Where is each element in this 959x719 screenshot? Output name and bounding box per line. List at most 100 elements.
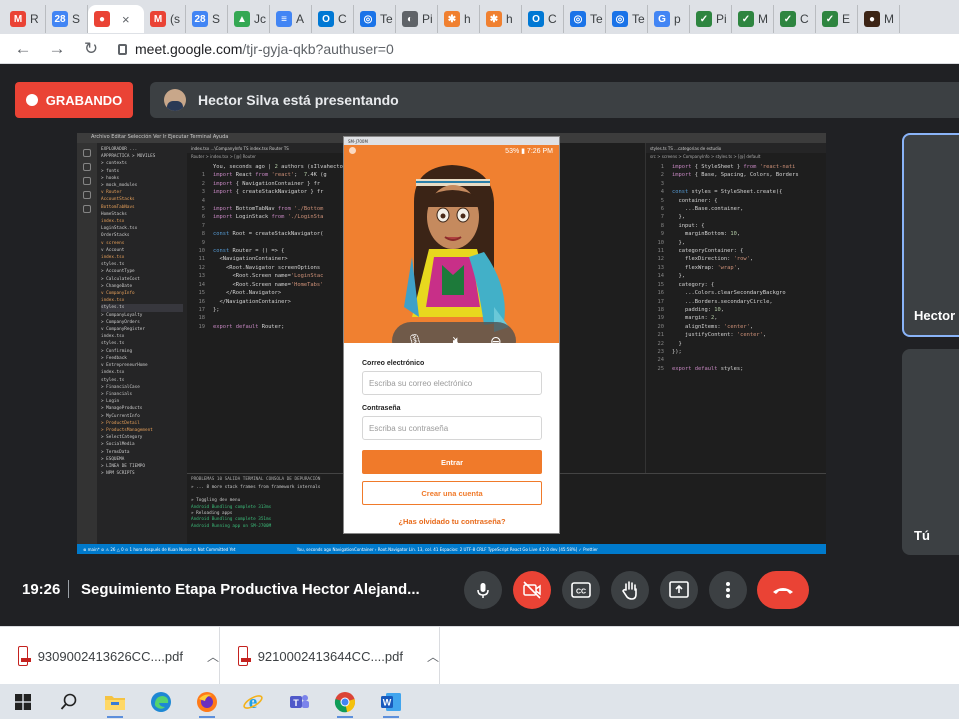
- explorer-item[interactable]: > ProductsManagement: [101, 427, 183, 434]
- explorer-item[interactable]: APPPRACTICA > MOVILES: [101, 153, 183, 160]
- browser-tab[interactable]: ◎ Te: [606, 5, 648, 33]
- browser-tab[interactable]: ✱ h: [438, 5, 480, 33]
- explorer-item[interactable]: styles.ts: [101, 304, 183, 312]
- browser-tab[interactable]: ◐ Pi: [396, 5, 438, 33]
- explorer-item[interactable]: > Login: [101, 398, 183, 405]
- browser-tab[interactable]: MR: [4, 5, 46, 33]
- email-field[interactable]: Escriba su correo electrónico: [362, 371, 542, 395]
- download-item[interactable]: 9309002413626CC....pdf ︿: [0, 627, 220, 685]
- explorer-item[interactable]: v Router: [101, 189, 183, 196]
- explorer-item[interactable]: AccountStacks: [101, 196, 183, 203]
- back-button[interactable]: ←: [12, 38, 34, 60]
- browser-tab[interactable]: OC: [312, 5, 354, 33]
- firefox-taskbar-button[interactable]: [184, 684, 230, 719]
- browser-tab[interactable]: 28 S: [46, 5, 88, 33]
- browser-tab[interactable]: ▲ Jc: [228, 5, 270, 33]
- explorer-item[interactable]: LoginStack.tsx: [101, 225, 183, 232]
- download-item[interactable]: 9210002413644CC....pdf ︿: [220, 627, 440, 685]
- browser-tab[interactable]: ● M: [858, 5, 900, 33]
- close-icon[interactable]: ×: [122, 12, 130, 27]
- explorer-item[interactable]: v CompanyInfo: [101, 290, 183, 297]
- explorer-item[interactable]: styles.ts: [101, 377, 183, 384]
- explorer-item[interactable]: > CalculateCost: [101, 276, 183, 283]
- browser-tab[interactable]: ◎ Te: [354, 5, 396, 33]
- login-button[interactable]: Entrar: [362, 450, 542, 474]
- browser-tab[interactable]: ✱ h: [480, 5, 522, 33]
- browser-tab[interactable]: 28 S: [186, 5, 228, 33]
- chrome-taskbar-button[interactable]: [322, 684, 368, 719]
- explorer-item[interactable]: > NPM SCRIPTS: [101, 470, 183, 477]
- browser-tab[interactable]: ◎ Te: [564, 5, 606, 33]
- explorer-item[interactable]: > CompanyOrders: [101, 319, 183, 326]
- explorer-item[interactable]: styles.ts: [101, 261, 183, 268]
- chevron-up-icon[interactable]: ︿: [207, 648, 219, 665]
- explorer-item[interactable]: > SelectCategory: [101, 434, 183, 441]
- internet-explorer-taskbar-button[interactable]: e: [230, 684, 276, 719]
- explorer-item[interactable]: v EntrepreneurHome: [101, 362, 183, 369]
- browser-tab[interactable]: M (s: [144, 5, 186, 33]
- more-options-button[interactable]: [709, 571, 747, 609]
- explorer-item[interactable]: > ManageProducts: [101, 405, 183, 412]
- browser-tab[interactable]: ✓ M: [732, 5, 774, 33]
- forgot-password-link[interactable]: ¿Has olvidado tu contraseña?: [362, 517, 542, 526]
- explorer-item[interactable]: > Financials: [101, 391, 183, 398]
- explorer-item[interactable]: > CompanyLoyalty: [101, 312, 183, 319]
- hangup-button[interactable]: [757, 571, 809, 609]
- explorer-item[interactable]: > Confirming: [101, 348, 183, 355]
- explorer-item[interactable]: > SocialMedia: [101, 441, 183, 448]
- captions-button[interactable]: CC: [562, 571, 600, 609]
- explorer-item[interactable]: > hooks: [101, 175, 183, 182]
- browser-tab[interactable]: ● ×: [88, 5, 144, 33]
- explorer-item[interactable]: index.tsx: [101, 369, 183, 376]
- edge-taskbar-button[interactable]: [138, 684, 184, 719]
- teams-taskbar-button[interactable]: T: [276, 684, 322, 719]
- browser-tab[interactable]: ✓ E: [816, 5, 858, 33]
- explorer-item[interactable]: HomeStacks: [101, 211, 183, 218]
- explorer-item[interactable]: BottomTabNavs: [101, 204, 183, 211]
- explorer-item[interactable]: v screens: [101, 240, 183, 247]
- explorer-item[interactable]: > FinancialCase: [101, 384, 183, 391]
- explorer-item[interactable]: EXPLORADOR ...: [101, 146, 183, 153]
- participant-tile-hector[interactable]: Hector: [902, 133, 959, 337]
- explorer-item[interactable]: OrderStacks: [101, 232, 183, 239]
- signup-button[interactable]: Crear una cuenta: [362, 481, 542, 505]
- explorer-item[interactable]: > MyCurrentInfo: [101, 413, 183, 420]
- line-number: 20: [657, 323, 665, 330]
- explorer-item[interactable]: > ESQUEMA: [101, 456, 183, 463]
- raise-hand-button[interactable]: [611, 571, 649, 609]
- explorer-item[interactable]: index.tsx: [101, 333, 183, 340]
- explorer-item[interactable]: > ProductDetail: [101, 420, 183, 427]
- explorer-item[interactable]: > AccountType: [101, 268, 183, 275]
- participant-tile-self[interactable]: Tú: [902, 349, 959, 555]
- present-button[interactable]: [660, 571, 698, 609]
- word-taskbar-button[interactable]: W: [368, 684, 414, 719]
- explorer-item[interactable]: styles.ts: [101, 340, 183, 347]
- forward-button[interactable]: →: [46, 38, 68, 60]
- explorer-item[interactable]: > TermsData: [101, 449, 183, 456]
- camera-off-button[interactable]: [513, 571, 551, 609]
- explorer-item[interactable]: > Feedback: [101, 355, 183, 362]
- explorer-item[interactable]: v Account: [101, 247, 183, 254]
- explorer-item[interactable]: index.tsx: [101, 254, 183, 261]
- explorer-item[interactable]: index.tsx: [101, 218, 183, 225]
- microphone-button[interactable]: [464, 571, 502, 609]
- chevron-up-icon[interactable]: ︿: [427, 648, 439, 665]
- reload-button[interactable]: ↻: [80, 38, 102, 60]
- browser-tab[interactable]: Gp: [648, 5, 690, 33]
- explorer-item[interactable]: > LÍNEA DE TIEMPO: [101, 463, 183, 470]
- file-explorer-taskbar-button[interactable]: [92, 684, 138, 719]
- explorer-item[interactable]: > fonts: [101, 168, 183, 175]
- explorer-item[interactable]: > ChangeDate: [101, 283, 183, 290]
- browser-tab[interactable]: ✓ Pi: [690, 5, 732, 33]
- start-button[interactable]: [0, 684, 46, 719]
- address-bar[interactable]: meet.google.com/tjr-gyja-qkb?authuser=0: [118, 41, 394, 57]
- explorer-item[interactable]: > contexts: [101, 160, 183, 167]
- browser-tab[interactable]: ≡ A: [270, 5, 312, 33]
- explorer-item[interactable]: > mock_modules: [101, 182, 183, 189]
- explorer-item[interactable]: index.tsx: [101, 297, 183, 304]
- search-button[interactable]: [46, 684, 92, 719]
- browser-tab[interactable]: OC: [522, 5, 564, 33]
- password-field[interactable]: Escriba su contraseña: [362, 416, 542, 440]
- browser-tab[interactable]: ✓ C: [774, 5, 816, 33]
- explorer-item[interactable]: v CompanyRegister: [101, 326, 183, 333]
